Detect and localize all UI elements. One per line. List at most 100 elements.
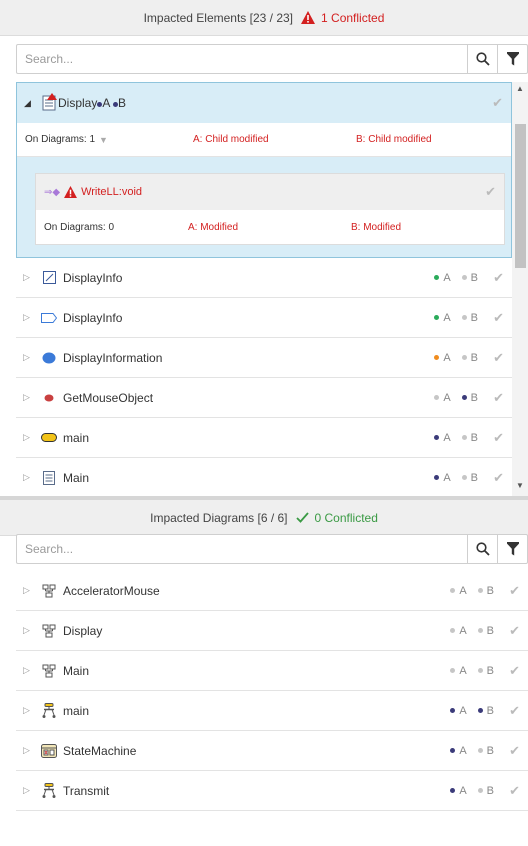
accept-check-icon[interactable]: ✔	[509, 583, 520, 599]
ab-status: AB	[434, 312, 478, 324]
activity-diagram-icon	[41, 702, 57, 719]
element-row[interactable]: ▷ DisplayInfo AB ✔	[16, 298, 512, 338]
accept-check-icon[interactable]: ✔	[509, 783, 520, 799]
b-change-status: B: Modified	[351, 221, 402, 233]
filter-icon	[506, 542, 519, 556]
child-detail: On Diagrams: 0 A: Modified B: Modified	[36, 210, 504, 244]
ab-status: AB	[434, 352, 478, 364]
checkmark-icon	[295, 512, 309, 523]
element-label: DisplayInfo	[63, 310, 123, 325]
diagram-row[interactable]: ▷ AcceleratorMouse AB ✔	[16, 571, 528, 611]
a-label: A	[102, 96, 110, 110]
expand-triangle-icon[interactable]: ▷	[23, 312, 33, 323]
diagrams-list: ▷ AcceleratorMouse AB ✔ ▷ Display AB ✔ ▷…	[16, 571, 528, 811]
accept-check-icon[interactable]: ✔	[485, 184, 496, 200]
on-diagrams-text: On Diagrams: 0	[44, 221, 115, 233]
scroll-up-arrow-icon[interactable]: ▲	[516, 84, 524, 93]
warning-icon	[301, 11, 316, 24]
elements-panel-title: Impacted Elements [23 / 23]	[143, 10, 294, 25]
element-row[interactable]: ▷ GetMouseObject AB ✔	[16, 378, 512, 418]
operation-icon: ⇒◆	[44, 186, 61, 198]
diagrams-search-button[interactable]	[467, 535, 497, 563]
on-diagrams-text: On Diagrams: 1	[25, 134, 96, 145]
collapse-triangle-icon[interactable]: ◢	[24, 98, 34, 109]
elements-scrollbar-thumb[interactable]	[515, 124, 526, 268]
elements-search-bar	[16, 44, 528, 74]
diagram-row[interactable]: ▷ Main AB ✔	[16, 651, 528, 691]
element-row[interactable]: ▷ Main AB ✔	[16, 458, 512, 496]
diagram-row[interactable]: ▷ Transmit AB ✔	[16, 771, 528, 811]
ab-status: AB	[434, 432, 478, 444]
expand-triangle-icon[interactable]: ▷	[23, 665, 33, 676]
tag-outline-icon	[41, 310, 57, 326]
elements-search-button[interactable]	[467, 45, 497, 73]
elements-conflict-text: 1 Conflicted	[321, 10, 385, 25]
element-detail: On Diagrams: 1 ▼ A: Child modified B: Ch…	[17, 123, 511, 157]
accept-check-icon[interactable]: ✔	[509, 743, 520, 759]
element-row[interactable]: ▷ main AB ✔	[16, 418, 512, 458]
elements-search-input[interactable]	[17, 45, 467, 73]
diagrams-search-input[interactable]	[17, 535, 467, 563]
accept-check-icon[interactable]: ✔	[493, 310, 504, 326]
expand-triangle-icon[interactable]: ▷	[23, 472, 33, 483]
accept-check-icon[interactable]: ✔	[493, 430, 504, 446]
diagram-row[interactable]: ▷ main AB ✔	[16, 691, 528, 731]
accept-check-icon[interactable]: ✔	[509, 663, 520, 679]
ab-status: AB	[450, 585, 494, 597]
elements-list: ◢ Display A B ✔ On Diagrams: 1 ▼ A: Chil…	[16, 82, 512, 496]
element-row-expanded[interactable]: ◢ Display A B ✔ On Diagrams: 1 ▼ A: Chil…	[16, 82, 512, 258]
expand-triangle-icon[interactable]: ▷	[23, 705, 33, 716]
elements-conflict-status: 1 Conflicted	[301, 11, 384, 25]
expand-triangle-icon[interactable]: ▷	[23, 392, 33, 403]
scroll-down-arrow-icon[interactable]: ▼	[516, 481, 524, 490]
child-element-label: WriteLL:void	[81, 186, 143, 198]
diagram-label: Transmit	[63, 783, 110, 798]
expand-triangle-icon[interactable]: ▷	[23, 745, 33, 756]
diagram-label: Main	[63, 663, 90, 678]
a-change-status: A: Child modified	[193, 134, 269, 145]
b-label: B	[118, 96, 127, 110]
accept-check-icon[interactable]: ✔	[493, 390, 504, 406]
element-row[interactable]: ▷ DisplayInformation AB ✔	[16, 338, 512, 378]
element-label: Main	[63, 470, 90, 485]
warning-icon	[64, 186, 78, 198]
child-change-card: ⇒◆ WriteLL:void ✔ On Diagrams: 0 A: Modi…	[35, 173, 505, 245]
diagrams-conflict-text: 0 Conflicted	[314, 510, 378, 525]
document-icon	[41, 470, 57, 486]
diagram-row[interactable]: ▷ Display AB ✔	[16, 611, 528, 651]
class-diagram-icon	[41, 663, 57, 679]
diagrams-conflict-status: 0 Conflicted	[295, 510, 378, 525]
accept-check-icon[interactable]: ✔	[509, 623, 520, 639]
elements-filter-button[interactable]	[497, 45, 527, 73]
class-diagram-icon	[41, 623, 57, 639]
expand-triangle-icon[interactable]: ▷	[23, 785, 33, 796]
accept-check-icon[interactable]: ✔	[493, 270, 504, 286]
activity-diagram-icon	[41, 782, 57, 799]
expand-triangle-icon[interactable]: ▷	[23, 432, 33, 443]
elements-panel-header: Impacted Elements [23 / 23] 1 Conflicted	[0, 0, 528, 36]
element-label: Display	[58, 96, 98, 110]
expand-triangle-icon[interactable]: ▷	[23, 625, 33, 636]
accept-check-icon[interactable]: ✔	[493, 350, 504, 366]
a-change-status: A: Modified	[188, 221, 239, 233]
diagram-row[interactable]: ▷ StateMachine AB ✔	[16, 731, 528, 771]
ab-status: AB	[434, 392, 478, 404]
ab-status: AB	[450, 785, 494, 797]
element-label: DisplayInformation	[63, 350, 163, 365]
ab-status: AB	[434, 272, 478, 284]
filter-icon	[506, 52, 519, 66]
element-row[interactable]: ▷ DisplayInfo AB ✔	[16, 258, 512, 298]
accept-check-icon[interactable]: ✔	[493, 470, 504, 486]
ab-status: AB	[450, 745, 494, 757]
accept-check-icon[interactable]: ✔	[509, 703, 520, 719]
accept-check-icon[interactable]: ✔	[492, 95, 503, 111]
expand-triangle-icon[interactable]: ▷	[23, 272, 33, 283]
diagram-label: StateMachine	[63, 743, 137, 758]
expand-triangle-icon[interactable]: ▷	[23, 352, 33, 363]
expand-triangle-icon[interactable]: ▷	[23, 585, 33, 596]
ab-status: A B	[97, 96, 126, 110]
diagram-label: main	[63, 703, 90, 718]
dropdown-arrow-icon[interactable]: ▼	[99, 135, 108, 145]
element-label: GetMouseObject	[63, 390, 154, 405]
diagrams-filter-button[interactable]	[497, 535, 527, 563]
